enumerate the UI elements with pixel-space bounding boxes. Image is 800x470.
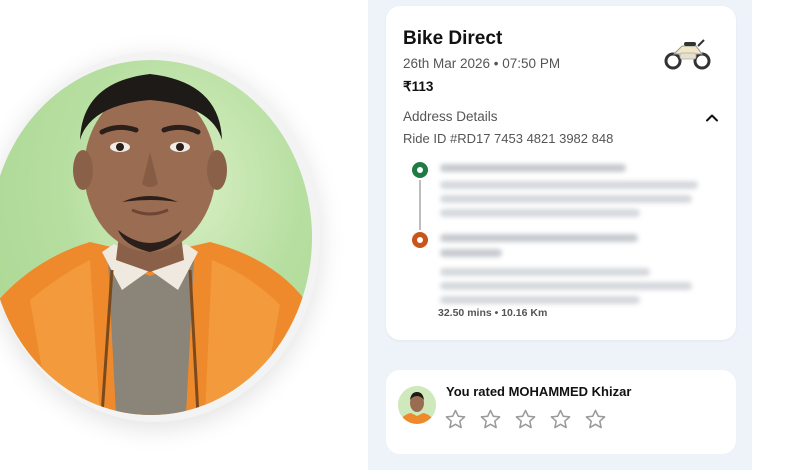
driver-avatar: [398, 386, 436, 424]
motorbike-icon: [664, 39, 711, 70]
pickup-address-name-redacted: [440, 164, 626, 172]
star-outline-icon[interactable]: [514, 408, 537, 431]
star-rating[interactable]: [444, 408, 607, 431]
address-details-label: Address Details: [403, 109, 498, 124]
driver-photo: [0, 60, 312, 415]
route-connector: [419, 180, 421, 230]
drop-address-name-redacted: [440, 249, 502, 257]
trip-fare: ₹113: [403, 79, 434, 94]
ride-details-panel: Bike Direct 26th Mar 2026 • 07:50 PM ₹11…: [368, 0, 752, 470]
trip-datetime: 26th Mar 2026 • 07:50 PM: [403, 56, 561, 71]
star-outline-icon[interactable]: [549, 408, 572, 431]
trip-duration-distance: 32.50 mins • 10.16 Km: [438, 307, 548, 319]
pickup-address-line-redacted: [440, 181, 698, 189]
drop-address-line-redacted: [440, 268, 650, 276]
rated-driver-text: You rated MOHAMMED Khizar: [446, 384, 632, 399]
pickup-address-line-redacted: [440, 195, 692, 203]
star-outline-icon[interactable]: [479, 408, 502, 431]
star-outline-icon[interactable]: [444, 408, 467, 431]
drop-pin-icon: [412, 232, 428, 248]
drop-address-line-redacted: [440, 296, 640, 304]
pickup-pin-icon: [412, 162, 428, 178]
star-outline-icon[interactable]: [584, 408, 607, 431]
rating-card: You rated MOHAMMED Khizar: [386, 370, 736, 454]
trip-card: Bike Direct 26th Mar 2026 • 07:50 PM ₹11…: [386, 6, 736, 340]
drop-address-line-redacted: [440, 282, 692, 290]
chevron-up-icon[interactable]: [704, 110, 720, 126]
ride-id: Ride ID #RD17 7453 4821 3982 848: [403, 131, 614, 146]
trip-title: Bike Direct: [403, 28, 503, 49]
pickup-address-line-redacted: [440, 209, 640, 217]
drop-address-name-redacted: [440, 234, 638, 242]
